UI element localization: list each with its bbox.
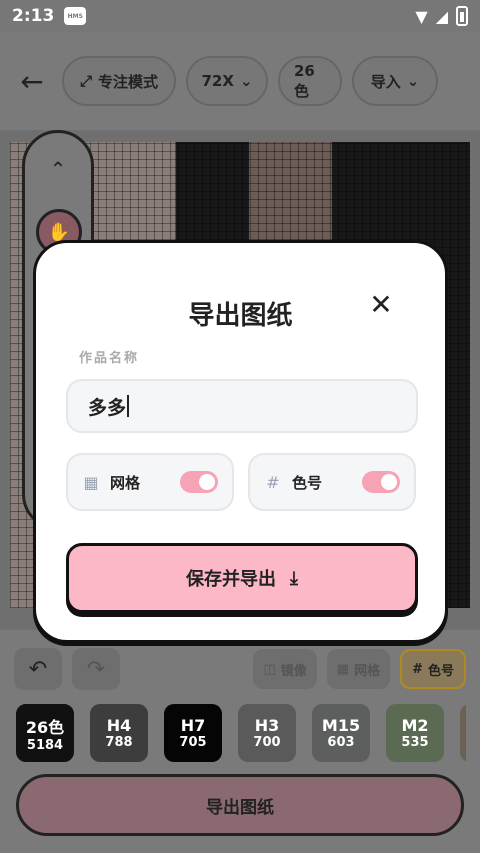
palette-swatch[interactable]: H7 705 (164, 704, 222, 762)
redo-button[interactable]: ↷ (72, 648, 120, 690)
import-dropdown[interactable]: 导入 ⌄ (352, 56, 438, 106)
swatch-name: H7 (180, 716, 206, 735)
color-count-label: 26色 (294, 61, 315, 100)
hms-badge: HMS (64, 7, 87, 25)
grid-toggle-switch[interactable] (180, 471, 218, 493)
signal-icon: ▼ (415, 6, 428, 26)
arrow-left-icon: ← (20, 64, 44, 98)
swatch-count: 535 (401, 735, 429, 750)
swatch-count: 700 (253, 735, 281, 750)
palette-swatch[interactable]: H4 788 (90, 704, 148, 762)
color-code-label: 色号 (427, 663, 454, 679)
close-button[interactable]: ✕ (367, 291, 395, 319)
mirror-toggle[interactable]: ◫ 镜像 (253, 649, 317, 689)
color-code-toggle[interactable]: # 色号 (400, 649, 466, 689)
status-icons: ▼ ◢ (415, 6, 468, 26)
save-and-export-button[interactable]: 保存并导出 ⤓ (66, 543, 418, 613)
swatch-name: M15 (321, 716, 361, 735)
mirror-icon: ◫ (263, 661, 276, 677)
palette-swatch[interactable]: H3 700 (238, 704, 296, 762)
swatch-count: 603 (327, 735, 355, 750)
redo-icon: ↷ (86, 656, 106, 682)
text-caret (127, 395, 130, 417)
export-dialog: 导出图纸 ✕ 作品名称 多多 ▦ 网格 # 色号 保存并导出 ⤓ (33, 240, 448, 643)
hash-icon: # (266, 472, 280, 492)
top-toolbar: ← ⤢ 专注模式 72X ⌄ 26色 导入 ⌄ (0, 32, 480, 130)
mirror-label: 镜像 (280, 663, 307, 679)
tool-row: ↶ ↷ ◫ 镜像 ▦ 网格 # 色号 (14, 648, 466, 690)
undo-button[interactable]: ↶ (14, 648, 62, 690)
color-code-option-label: 色号 (292, 473, 323, 492)
download-icon: ⤓ (290, 567, 298, 589)
color-code-option[interactable]: # 色号 (248, 453, 416, 511)
swatch-count: 5184 (26, 737, 64, 753)
back-button[interactable]: ← (12, 61, 52, 101)
grid-size-dropdown[interactable]: 72X ⌄ (186, 56, 268, 106)
swatch-name: H3 (254, 716, 280, 735)
palette-swatch[interactable]: M15 603 (312, 704, 370, 762)
chevron-down-icon: ⌄ (406, 72, 420, 90)
cellular-icon: ◢ (435, 6, 448, 26)
status-time: 2:13 (12, 6, 55, 26)
palette-swatch[interactable]: 26色 5184 (16, 704, 74, 762)
save-and-export-label: 保存并导出 (186, 569, 277, 590)
grid-option-label: 网格 (110, 473, 141, 492)
grid-size-label: 72X (201, 72, 234, 90)
swatch-count: 705 (179, 735, 207, 750)
grid-label: 网格 (354, 663, 381, 679)
grid-option[interactable]: ▦ 网格 (66, 453, 234, 511)
swatch-name: H4 (106, 716, 132, 735)
close-icon: ✕ (369, 288, 393, 321)
chevron-up-icon[interactable]: ⌃ (25, 157, 91, 181)
palette-swatch[interactable]: M2 535 (386, 704, 444, 762)
undo-icon: ↶ (28, 656, 48, 682)
grid-toggle[interactable]: ▦ 网格 (326, 649, 391, 689)
import-label: 导入 (370, 72, 401, 91)
swatch-name: M2 (401, 716, 429, 735)
color-count-button[interactable]: 26色 (278, 56, 342, 106)
palette-row: 26色 5184 H4 788 H7 705 H3 700 M15 603 M2… (16, 704, 466, 762)
swatch-name: 26色 (25, 717, 65, 737)
hash-icon: # (412, 661, 423, 677)
artwork-name-value: 多多 (88, 396, 127, 419)
grid-icon: ▦ (336, 661, 350, 677)
artwork-name-label: 作品名称 (79, 351, 140, 366)
swatch-count: 788 (105, 735, 133, 750)
palette-swatch[interactable]: M 2 (460, 704, 466, 762)
focus-mode-label: 专注模式 (98, 72, 159, 91)
expand-icon: ⤢ (79, 72, 92, 90)
status-bar: 2:13 HMS ▼ ◢ (0, 0, 480, 32)
color-code-toggle-switch[interactable] (362, 471, 400, 493)
battery-icon (456, 6, 468, 26)
chevron-down-icon: ⌄ (239, 72, 253, 90)
grid-icon: ▦ (83, 472, 99, 492)
bottom-panel: ↶ ↷ ◫ 镜像 ▦ 网格 # 色号 26色 5184 H4 788 H7 70 (0, 630, 480, 853)
focus-mode-button[interactable]: ⤢ 专注模式 (62, 56, 176, 106)
export-pattern-button[interactable]: 导出图纸 (16, 774, 464, 836)
artwork-name-input[interactable]: 多多 (66, 379, 418, 433)
